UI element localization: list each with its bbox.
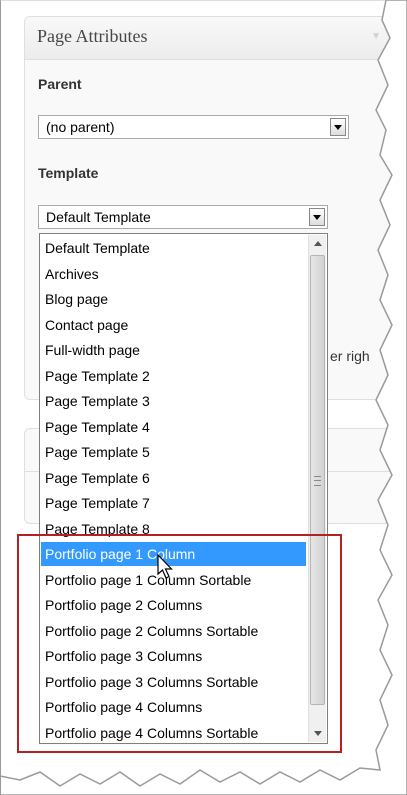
scroll-up-icon[interactable] — [309, 235, 326, 253]
dropdown-option[interactable]: Default Template — [41, 236, 306, 260]
dropdown-option[interactable]: Blog page — [41, 287, 306, 311]
screenshot-page: Page Attributes ▼ Parent (no parent) Tem… — [0, 0, 407, 795]
panel-toggle-icon[interactable]: ▼ — [371, 31, 381, 42]
dropdown-option[interactable]: Full-width page — [41, 338, 306, 362]
parent-select[interactable]: (no parent) — [38, 115, 349, 139]
template-select-value: Default Template — [46, 209, 151, 225]
grip-icon — [314, 476, 321, 486]
dropdown-option[interactable]: Page Template 2 — [41, 364, 306, 388]
dropdown-option[interactable]: Page Template 6 — [41, 466, 306, 490]
dropdown-option[interactable]: Page Template 4 — [41, 415, 306, 439]
dropdown-option[interactable]: Page Template 5 — [41, 440, 306, 464]
dropdown-option[interactable]: Contact page — [41, 313, 306, 337]
partial-hidden-text: er righ — [330, 348, 370, 364]
dropdown-option[interactable]: Archives — [41, 262, 306, 286]
panel-title: Page Attributes — [37, 26, 148, 46]
mouse-cursor-icon — [157, 554, 173, 579]
parent-label: Parent — [38, 76, 82, 92]
annotation-highlight-box — [17, 534, 342, 753]
parent-select-value: (no parent) — [46, 119, 115, 135]
chevron-down-icon[interactable] — [309, 208, 325, 226]
chevron-down-icon[interactable] — [330, 118, 346, 136]
dropdown-option[interactable]: Page Template 3 — [41, 389, 306, 413]
template-label: Template — [38, 165, 99, 181]
dropdown-option[interactable]: Page Template 7 — [41, 491, 306, 515]
template-select[interactable]: Default Template — [38, 205, 328, 229]
